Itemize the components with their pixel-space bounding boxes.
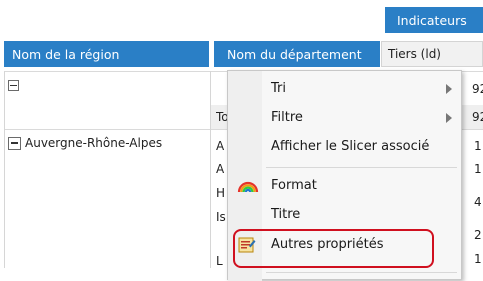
- indicators-header[interactable]: Indicateurs: [385, 7, 483, 33]
- menu-separator: [266, 272, 457, 273]
- region-column-header[interactable]: Nom de la région: [4, 41, 209, 67]
- department-column-header[interactable]: Nom du département: [214, 41, 380, 67]
- table-left-border: [4, 71, 5, 268]
- collapse-all-button[interactable]: [8, 80, 19, 91]
- tiers-value-cell: 4: [474, 195, 482, 209]
- menu-item-titre[interactable]: Titre: [271, 207, 300, 222]
- department-cell: Is: [216, 210, 226, 224]
- menu-item-tri[interactable]: Tri: [271, 81, 286, 96]
- table-column-divider: [210, 71, 211, 268]
- region-name: Auvergne-Rhône-Alpes: [25, 136, 163, 150]
- menu-item-afficher-slicer[interactable]: Afficher le Slicer associé: [271, 139, 429, 154]
- tiers-value-cell: 92: [472, 82, 483, 96]
- tiers-value-cell: 92: [472, 110, 483, 124]
- department-cell: A: [216, 162, 225, 176]
- menu-item-autres-proprietes[interactable]: Autres propriétés: [271, 237, 384, 252]
- tiers-value-cell: 2: [474, 228, 482, 242]
- context-menu: Tri Filtre Afficher le Slicer associé Fo…: [227, 70, 462, 281]
- department-column-label: Nom du département: [227, 46, 362, 62]
- tiers-value-cell: 1: [474, 252, 482, 266]
- region-column-label: Nom de la région: [12, 46, 120, 62]
- total-label-cell: To: [216, 110, 227, 124]
- menu-item-format[interactable]: Format: [271, 178, 317, 193]
- submenu-arrow-icon: [446, 113, 452, 123]
- collapse-region-button[interactable]: [8, 136, 21, 150]
- tiers-column-label: Tiers (ld): [388, 47, 441, 61]
- menu-separator: [266, 167, 457, 168]
- department-cell: L: [216, 254, 223, 268]
- department-cell: H: [216, 186, 226, 200]
- rainbow-icon: [237, 181, 259, 193]
- tiers-value-cell: 1: [474, 139, 482, 153]
- submenu-arrow-icon: [446, 84, 452, 94]
- tiers-value-cell: 1: [474, 162, 482, 176]
- region-table-row: Auvergne-Rhône-Alpes: [8, 136, 162, 150]
- department-cell: A: [216, 139, 225, 153]
- menu-item-filtre[interactable]: Filtre: [271, 110, 303, 125]
- tiers-column-header[interactable]: Tiers (ld): [381, 41, 483, 67]
- properties-icon: [238, 237, 256, 253]
- indicators-label: Indicateurs: [397, 12, 467, 28]
